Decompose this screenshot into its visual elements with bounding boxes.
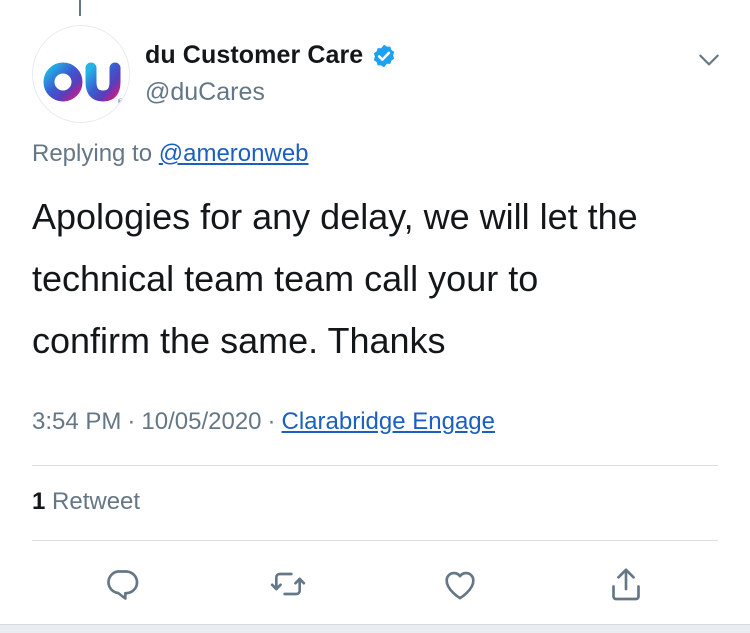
tweet-text-line: confirm the same. Thanks <box>32 320 446 361</box>
du-logo: ® <box>43 42 124 106</box>
retweet-icon <box>270 572 306 596</box>
replying-prefix: Replying to <box>32 140 159 167</box>
tweet-meta: 3:54 PM · 10/05/2020 · Clarabridge Engage <box>32 408 495 436</box>
retweet-count: 1 <box>32 488 46 515</box>
divider <box>32 540 718 541</box>
tweet-source-link[interactable]: Clarabridge Engage <box>282 408 495 435</box>
tweet-date[interactable]: 10/05/2020 <box>141 408 261 435</box>
divider <box>32 465 718 466</box>
tweet-text: Apologies for any delay, we will let the… <box>32 186 722 372</box>
tweet-time[interactable]: 3:54 PM <box>32 408 121 435</box>
thread-connector-line <box>79 0 81 16</box>
like-button[interactable] <box>440 564 480 604</box>
tweet-text-line: technical team team call your to <box>32 258 539 299</box>
reply-icon <box>107 570 139 600</box>
tweet-text-line: Apologies for any delay, we will let the <box>32 196 638 237</box>
retweet-label: Retweet <box>52 488 141 515</box>
reply-button[interactable] <box>102 564 142 604</box>
action-bar <box>0 560 750 610</box>
bottom-separator-bar <box>0 624 750 633</box>
retweet-button[interactable] <box>268 564 308 604</box>
chevron-down-icon[interactable] <box>696 47 722 73</box>
user-handle[interactable]: @duCares <box>145 78 265 107</box>
avatar[interactable]: ® <box>32 25 130 123</box>
replying-to: Replying to @ameronweb <box>32 140 309 168</box>
meta-separator: · <box>127 408 136 435</box>
display-name[interactable]: du Customer Care <box>145 41 363 70</box>
heart-icon <box>445 571 475 600</box>
svg-text:®: ® <box>117 98 124 106</box>
share-button[interactable] <box>606 564 646 604</box>
retweet-stats[interactable]: 1 Retweet <box>32 488 140 516</box>
tweet-header: ® du Customer Care @duCares <box>32 25 722 125</box>
replying-to-link[interactable]: @ameronweb <box>159 140 309 167</box>
share-icon <box>612 568 640 601</box>
meta-separator: · <box>267 408 276 435</box>
verified-badge-icon <box>371 43 397 69</box>
